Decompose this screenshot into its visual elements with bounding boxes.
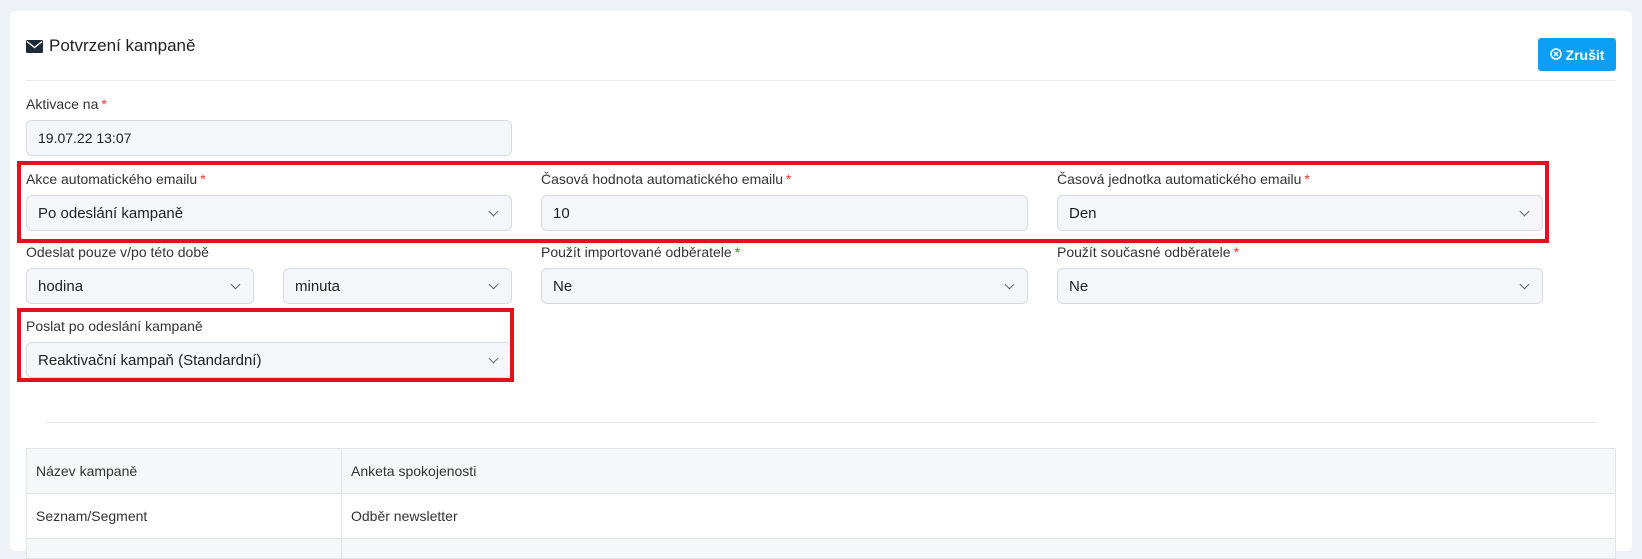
auto-email-time-value-label: Časová hodnota automatického emailu * <box>541 171 792 187</box>
table-row: Název kampaně Anketa spokojenosti <box>27 449 1615 494</box>
table-row <box>27 539 1615 559</box>
table-value-cell <box>342 539 1615 558</box>
auto-email-action-label-text: Akce automatického emailu <box>26 171 198 187</box>
required-marker: * <box>200 171 206 187</box>
required-marker: * <box>786 171 792 187</box>
page-title-text: Potvrzení kampaně <box>49 36 196 55</box>
table-value-cell: Anketa spokojenosti <box>351 463 477 479</box>
send-after-campaign-select[interactable]: Reaktivační kampaň (Standardní) <box>26 342 512 378</box>
use-current-label: Použít současné odběratele * <box>1057 244 1239 260</box>
auto-email-time-unit-label: Časová jednotka automatického emailu * <box>1057 171 1310 187</box>
table-value-cell: Odběr newsletter <box>351 508 458 524</box>
send-only-after-label: Odeslat pouze v/po této době <box>26 244 209 260</box>
required-marker: * <box>1233 244 1240 260</box>
send-after-campaign-label-text: Poslat po odeslání kampaně <box>26 318 203 334</box>
use-current-label-text: Použít současné odběratele <box>1057 244 1231 260</box>
summary-table: Název kampaně Anketa spokojenosti Seznam… <box>26 448 1616 559</box>
auto-email-action-select[interactable]: Po odeslání kampaně <box>26 195 512 231</box>
activation-label: Aktivace na * <box>26 96 107 112</box>
table-key-cell <box>27 539 342 558</box>
envelope-icon <box>26 39 43 53</box>
auto-email-time-value-input[interactable]: 10 <box>541 195 1028 231</box>
use-current-select[interactable]: Ne <box>1057 268 1543 304</box>
activation-label-text: Aktivace na <box>26 96 99 112</box>
auto-email-time-unit-select[interactable]: Den <box>1057 195 1543 231</box>
required-marker: * <box>1304 171 1310 187</box>
times-circle-icon <box>1549 47 1562 63</box>
auto-email-time-value-label-text: Časová hodnota automatického emailu <box>541 171 784 187</box>
auto-email-action-label: Akce automatického emailu * <box>26 171 206 187</box>
use-imported-label-text: Použít importované odběratele <box>541 244 732 260</box>
table-row: Seznam/Segment Odběr newsletter <box>27 494 1615 539</box>
use-imported-label: Použít importované odběratele * <box>541 244 740 260</box>
activation-input[interactable]: 19.07.22 13:07 <box>26 120 512 156</box>
cancel-button[interactable]: Zrušit <box>1538 38 1616 71</box>
required-marker: * <box>101 96 107 112</box>
hour-select[interactable]: hodina <box>26 268 254 304</box>
send-after-campaign-label: Poslat po odeslání kampaně <box>26 318 203 334</box>
table-key-cell: Název kampaně <box>27 449 342 493</box>
cancel-button-label: Zrušit <box>1565 46 1605 63</box>
send-only-after-label-text: Odeslat pouze v/po této době <box>26 244 209 260</box>
table-key-cell: Seznam/Segment <box>27 494 342 538</box>
use-imported-select[interactable]: Ne <box>541 268 1028 304</box>
page-title: Potvrzení kampaně <box>26 36 195 56</box>
required-marker: * <box>734 244 741 260</box>
section-divider <box>46 422 1596 423</box>
header-divider <box>26 80 1616 81</box>
auto-email-time-unit-label-text: Časová jednotka automatického emailu <box>1057 171 1302 187</box>
minute-select[interactable]: minuta <box>283 268 512 304</box>
